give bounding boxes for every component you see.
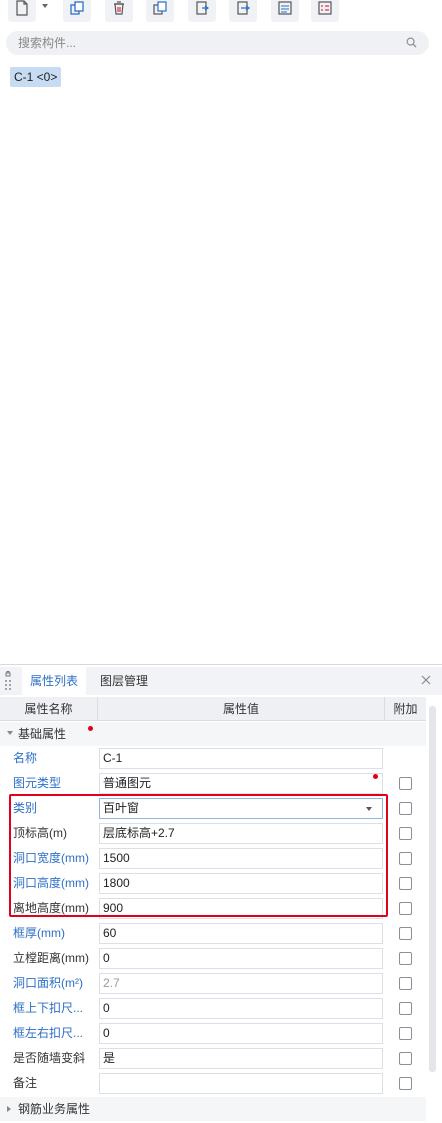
property-row: 立樘距离(mm) 0 — [0, 946, 426, 971]
search-icon[interactable] — [406, 37, 417, 48]
property-row: 框厚(mm) 60 — [0, 921, 426, 946]
layer-copy-button[interactable] — [146, 0, 174, 22]
extra-checkbox[interactable] — [399, 802, 412, 815]
column-header-value: 属性值 — [98, 697, 385, 721]
group-basic-properties[interactable]: 基础属性 — [0, 722, 426, 746]
property-row: 备注 — [0, 1071, 426, 1096]
property-row: 洞口面积(m²) 2.7 — [0, 971, 426, 996]
copy-button[interactable] — [63, 0, 91, 22]
property-row: 框左右扣尺... 0 — [0, 1021, 426, 1046]
highlight-box — [9, 794, 388, 917]
layer-copy-icon — [153, 1, 167, 15]
list-view-icon — [278, 1, 292, 15]
new-dropdown-caret-icon[interactable] — [42, 4, 48, 8]
extra-checkbox[interactable] — [399, 902, 412, 915]
property-name: 名称 — [13, 751, 38, 765]
delete-icon — [114, 1, 124, 15]
collapse-arrow-icon — [7, 731, 13, 735]
new-component-icon — [16, 0, 28, 16]
extra-checkbox[interactable] — [399, 827, 412, 840]
property-value-input[interactable]: 是 — [99, 1048, 383, 1069]
property-row: 是否随墙变斜 是 — [0, 1046, 426, 1071]
property-value-input[interactable]: C-1 — [99, 748, 383, 769]
group-rebar-properties[interactable]: 钢筋业务属性 — [0, 1097, 426, 1121]
tab-layer-management[interactable]: 图层管理 — [92, 667, 156, 695]
panel-header: 属性列表 图层管理 — [0, 667, 442, 695]
extra-checkbox[interactable] — [399, 927, 412, 940]
property-table-header: 属性名称 属性值 附加 — [0, 697, 426, 721]
property-value-input[interactable]: 0 — [99, 998, 383, 1019]
property-row: 图元类型 普通图元 — [0, 771, 426, 796]
property-value-readonly: 2.7 — [99, 973, 383, 994]
property-value-input[interactable]: 0 — [99, 1023, 383, 1044]
property-name: 是否随墙变斜 — [13, 1051, 86, 1065]
expand-arrow-icon — [7, 1106, 11, 1112]
panel-scrollbar[interactable] — [429, 706, 436, 1072]
extra-checkbox[interactable] — [399, 852, 412, 865]
property-name: 洞口面积(m²) — [13, 976, 83, 990]
property-row: 框上下扣尺... 0 — [0, 996, 426, 1021]
group-label: 基础属性 — [18, 727, 67, 741]
new-component-button[interactable] — [8, 0, 36, 22]
properties-button[interactable] — [311, 0, 339, 22]
extra-checkbox[interactable] — [399, 1077, 412, 1090]
panel-divider[interactable] — [0, 664, 442, 665]
required-marker-icon — [88, 726, 93, 731]
extra-checkbox[interactable] — [399, 977, 412, 990]
close-icon[interactable] — [420, 674, 432, 686]
property-name: 框厚(mm) — [13, 926, 65, 940]
property-row: 名称 C-1 — [0, 746, 426, 771]
search-bar — [6, 31, 429, 55]
export-icon — [237, 1, 251, 15]
import-button[interactable] — [188, 0, 216, 22]
extra-checkbox[interactable] — [399, 777, 412, 790]
column-header-name: 属性名称 — [0, 697, 98, 721]
extra-checkbox[interactable] — [399, 877, 412, 890]
property-value-input[interactable]: 普通图元 — [99, 773, 383, 794]
property-name: 备注 — [13, 1076, 38, 1090]
panel-grip-icon[interactable] — [3, 671, 13, 693]
column-header-extra: 附加 — [393, 702, 418, 716]
tab-property-list[interactable]: 属性列表 — [22, 667, 87, 695]
delete-button[interactable] — [105, 0, 133, 22]
property-name: 立樘距离(mm) — [13, 951, 89, 965]
extra-checkbox[interactable] — [399, 1002, 412, 1015]
export-button[interactable] — [229, 0, 257, 22]
property-value-input[interactable]: 0 — [99, 948, 383, 969]
property-value-input[interactable]: 60 — [99, 923, 383, 944]
extra-checkbox[interactable] — [399, 1052, 412, 1065]
property-name: 框上下扣尺... — [13, 1001, 84, 1015]
property-name: 图元类型 — [13, 776, 62, 790]
search-input[interactable] — [18, 36, 398, 50]
component-toolbar — [0, 0, 442, 26]
copy-icon — [70, 1, 84, 15]
properties-icon — [318, 1, 332, 15]
property-value-input[interactable] — [99, 1073, 383, 1094]
extra-checkbox[interactable] — [399, 952, 412, 965]
property-name: 框左右扣尺... — [13, 1026, 84, 1040]
list-view-button[interactable] — [271, 0, 299, 22]
component-list-item[interactable]: C-1 <0> — [10, 67, 62, 87]
import-icon — [196, 1, 210, 15]
extra-checkbox[interactable] — [399, 1027, 412, 1040]
group-label: 钢筋业务属性 — [18, 1102, 91, 1116]
required-marker-icon — [373, 774, 378, 779]
